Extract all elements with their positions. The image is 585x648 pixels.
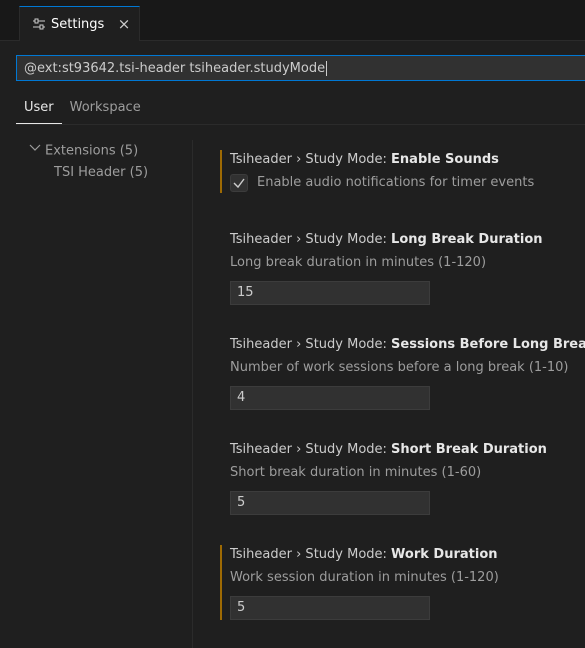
setting-description: Enable audio notifications for timer eve…	[257, 175, 535, 190]
toc-item-tsi-header[interactable]: TSI Header (5)	[28, 162, 188, 184]
toc-divider	[192, 140, 193, 648]
search-input-value: @ext:st93642.tsi-header tsiheader.studyM…	[24, 60, 326, 76]
setting-description: Number of work sessions before a long br…	[230, 360, 569, 375]
work-duration-input[interactable]: 5	[230, 596, 430, 620]
toc-item-label: Extensions (5)	[45, 143, 139, 159]
settings-tab[interactable]: Settings ×	[19, 6, 140, 41]
short-break-duration-input[interactable]: 5	[230, 491, 430, 515]
setting-description: Work session duration in minutes (1-120)	[230, 570, 499, 585]
checkbox-row: Enable audio notifications for timer eve…	[230, 173, 580, 193]
setting-key: Short Break Duration	[391, 442, 547, 457]
settings-scope-tabs: User Workspace	[16, 94, 149, 124]
tab-user[interactable]: User	[16, 94, 62, 124]
settings-search-input[interactable]: @ext:st93642.tsi-header tsiheader.studyM…	[16, 55, 585, 81]
setting-short-break-duration: Tsiheader › Study Mode: Short Break Dura…	[220, 440, 580, 515]
chevron-down-icon	[28, 140, 42, 162]
settings-toc: Extensions (5) TSI Header (5)	[28, 140, 188, 184]
setting-description: Short break duration in minutes (1-60)	[230, 465, 482, 480]
enable-sounds-checkbox[interactable]	[230, 174, 248, 192]
setting-long-break-duration: Tsiheader › Study Mode: Long Break Durat…	[220, 230, 580, 305]
setting-category: Tsiheader › Study Mode:	[230, 337, 392, 352]
setting-sessions-before-long-break: Tsiheader › Study Mode: Sessions Before …	[220, 335, 585, 410]
check-icon	[233, 178, 245, 189]
setting-key: Sessions Before Long Break	[391, 337, 585, 352]
setting-key: Long Break Duration	[391, 232, 543, 247]
scope-tabs-divider	[16, 124, 585, 125]
setting-key: Work Duration	[391, 547, 498, 562]
tab-workspace[interactable]: Workspace	[62, 94, 149, 124]
setting-enable-sounds: Tsiheader › Study Mode: Enable Sounds En…	[220, 150, 580, 193]
setting-title: Tsiheader › Study Mode: Long Break Durat…	[230, 230, 580, 250]
setting-description: Long break duration in minutes (1-120)	[230, 255, 487, 270]
setting-work-duration: Tsiheader › Study Mode: Work Duration Wo…	[220, 545, 580, 620]
setting-title: Tsiheader › Study Mode: Enable Sounds	[230, 150, 580, 170]
setting-key: Enable Sounds	[391, 152, 499, 167]
settings-tab-label: Settings	[51, 16, 105, 32]
setting-category: Tsiheader › Study Mode:	[230, 232, 392, 247]
long-break-duration-input[interactable]: 15	[230, 281, 430, 305]
settings-sliders-icon	[32, 17, 46, 31]
close-icon[interactable]: ×	[116, 16, 132, 32]
sessions-before-long-break-input[interactable]: 4	[230, 386, 430, 410]
setting-category: Tsiheader › Study Mode:	[230, 152, 392, 167]
text-caret	[326, 60, 328, 76]
editor-tab-bar: Settings ×	[0, 0, 585, 41]
setting-category: Tsiheader › Study Mode:	[230, 442, 392, 457]
setting-category: Tsiheader › Study Mode:	[230, 547, 392, 562]
toc-item-extensions[interactable]: Extensions (5)	[28, 140, 188, 162]
setting-title: Tsiheader › Study Mode: Sessions Before …	[230, 335, 585, 355]
setting-title: Tsiheader › Study Mode: Short Break Dura…	[230, 440, 580, 460]
setting-title: Tsiheader › Study Mode: Work Duration	[230, 545, 580, 565]
